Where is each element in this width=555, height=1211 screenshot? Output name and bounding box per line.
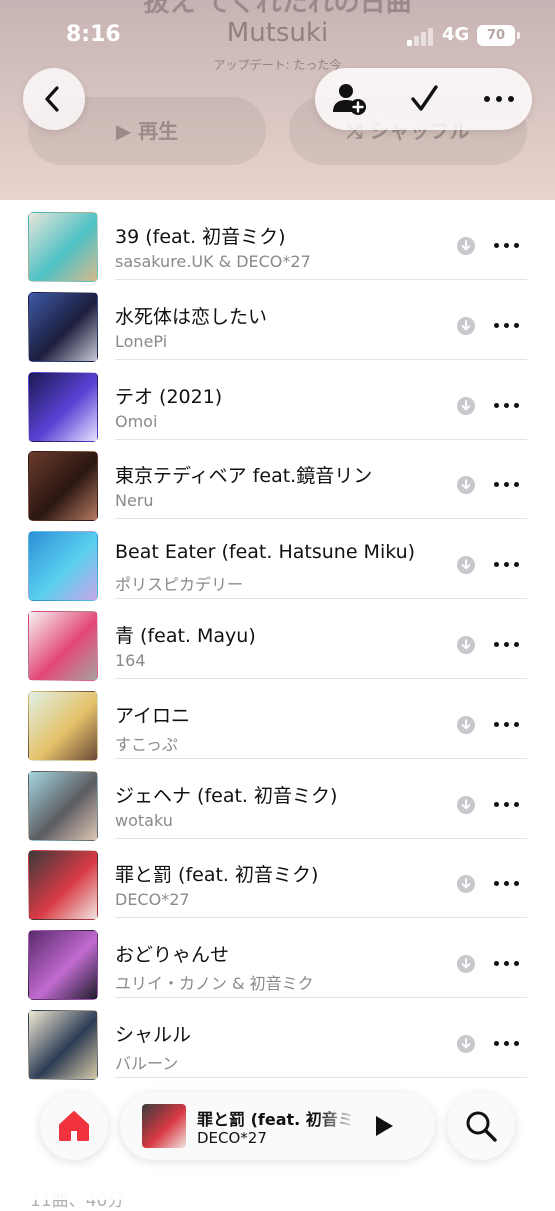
album-artwork bbox=[28, 451, 98, 522]
battery-icon: 70 bbox=[477, 25, 520, 46]
download-icon[interactable] bbox=[457, 476, 475, 495]
song-more-icon[interactable] bbox=[494, 243, 520, 249]
song-artist: wotaku bbox=[115, 810, 173, 830]
search-icon bbox=[466, 1111, 497, 1142]
download-icon[interactable] bbox=[457, 795, 475, 814]
song-more-icon[interactable] bbox=[494, 801, 520, 808]
ellipsis-icon[interactable] bbox=[481, 82, 517, 116]
song-row[interactable]: テオ (2021) Omoi bbox=[0, 360, 555, 442]
play-icon[interactable] bbox=[372, 1114, 396, 1138]
song-more-icon[interactable] bbox=[494, 642, 520, 648]
song-title: 水死体は恋したい bbox=[115, 305, 268, 328]
album-artwork bbox=[28, 690, 98, 761]
mini-player[interactable]: 罪と罰 (feat. 初音ミク) DECO*27 bbox=[120, 1092, 435, 1160]
download-icon[interactable] bbox=[457, 955, 475, 974]
status-bar: 8:16 4G 70 bbox=[0, 0, 555, 72]
song-artist: バルーン bbox=[115, 1054, 179, 1073]
album-artwork bbox=[28, 1010, 98, 1080]
song-more-icon[interactable] bbox=[494, 721, 520, 728]
song-artist: DECO*27 bbox=[115, 890, 190, 910]
song-more-icon[interactable] bbox=[494, 482, 520, 488]
song-title: シャルル bbox=[115, 1024, 192, 1046]
album-artwork bbox=[28, 212, 98, 282]
song-more-icon[interactable] bbox=[494, 961, 520, 967]
download-icon[interactable] bbox=[457, 237, 475, 255]
album-artwork bbox=[28, 291, 98, 362]
download-icon[interactable] bbox=[457, 396, 475, 415]
add-person-icon[interactable] bbox=[331, 82, 367, 116]
song-artist: LonePi bbox=[115, 331, 168, 351]
song-row[interactable]: 青 (feat. Mayu) 164 bbox=[0, 599, 555, 681]
chevron-left-icon bbox=[45, 86, 59, 112]
search-button[interactable] bbox=[447, 1092, 515, 1160]
song-row[interactable]: 罪と罰 (feat. 初音ミク) DECO*27 bbox=[0, 838, 555, 921]
album-artwork bbox=[28, 371, 98, 442]
song-artist: Omoi bbox=[115, 411, 158, 431]
song-row[interactable]: 東京テディベア feat.鏡音リン Neru bbox=[0, 439, 555, 522]
signal-icon bbox=[407, 28, 437, 46]
album-artwork bbox=[28, 531, 98, 602]
download-icon[interactable] bbox=[457, 715, 475, 734]
album-artwork bbox=[28, 930, 98, 1001]
now-playing-artwork bbox=[142, 1104, 186, 1148]
song-title: 青 (feat. Mayu) bbox=[115, 625, 256, 647]
download-icon[interactable] bbox=[457, 1035, 475, 1053]
download-icon[interactable] bbox=[457, 636, 475, 654]
song-row[interactable]: ジェヘナ (feat. 初音ミク) wotaku bbox=[0, 759, 555, 841]
album-artwork bbox=[28, 770, 98, 841]
song-row[interactable]: おどりゃんせユリイ・カノン & 初音ミク bbox=[0, 918, 555, 1001]
song-row[interactable]: 水死体は恋したい LonePi bbox=[0, 280, 555, 362]
back-button[interactable] bbox=[23, 68, 85, 130]
song-artist: Neru bbox=[115, 491, 154, 511]
song-row[interactable]: 39 (feat. 初音ミク) sasakure.UK & DECO*27 bbox=[0, 200, 555, 282]
song-more-icon[interactable] bbox=[494, 322, 520, 329]
song-row[interactable]: アイロニ すこっぷ bbox=[0, 679, 555, 761]
song-title: Beat Eater (feat. Hatsune Miku) bbox=[115, 541, 416, 564]
song-more-icon[interactable] bbox=[494, 562, 520, 568]
download-icon[interactable] bbox=[457, 316, 475, 335]
song-more-icon[interactable] bbox=[494, 402, 520, 409]
song-row[interactable]: Beat Eater (feat. Hatsune Miku) ポリスピカデリー bbox=[0, 519, 555, 602]
download-icon[interactable] bbox=[457, 556, 475, 575]
album-artwork bbox=[28, 611, 98, 681]
checkmark-icon[interactable] bbox=[406, 82, 442, 116]
song-artist: ユリイ・カノン & 初音ミク bbox=[115, 974, 314, 994]
now-playing-title: 罪と罰 (feat. 初音ミク) bbox=[197, 1110, 357, 1129]
action-pill bbox=[315, 68, 532, 130]
now-playing-artist: DECO*27 bbox=[197, 1129, 267, 1147]
song-artist: sasakure.UK & DECO*27 bbox=[115, 252, 311, 271]
home-icon bbox=[59, 1111, 89, 1141]
song-more-icon[interactable] bbox=[494, 1041, 520, 1047]
song-title: おどりゃんせ bbox=[115, 944, 230, 967]
song-title: 東京テディベア feat.鏡音リン bbox=[115, 465, 373, 488]
album-artwork bbox=[28, 850, 98, 921]
status-time: 8:16 bbox=[66, 22, 121, 47]
song-artist: すこっぷ bbox=[115, 734, 178, 754]
song-title: ジェヘナ (feat. 初音ミク) bbox=[115, 784, 338, 807]
song-title: アイロニ bbox=[115, 704, 191, 727]
song-artist: 164 bbox=[115, 651, 146, 670]
song-title: テオ (2021) bbox=[115, 385, 223, 408]
song-title: 39 (feat. 初音ミク) bbox=[115, 226, 286, 248]
song-artist: ポリスピカデリー bbox=[115, 575, 244, 595]
network-type: 4G bbox=[442, 24, 470, 45]
song-title: 罪と罰 (feat. 初音ミク) bbox=[115, 864, 319, 887]
song-row[interactable]: シャルル バルーン bbox=[0, 998, 555, 1080]
home-button[interactable] bbox=[40, 1092, 108, 1160]
song-more-icon[interactable] bbox=[494, 881, 520, 887]
download-icon[interactable] bbox=[457, 875, 475, 894]
